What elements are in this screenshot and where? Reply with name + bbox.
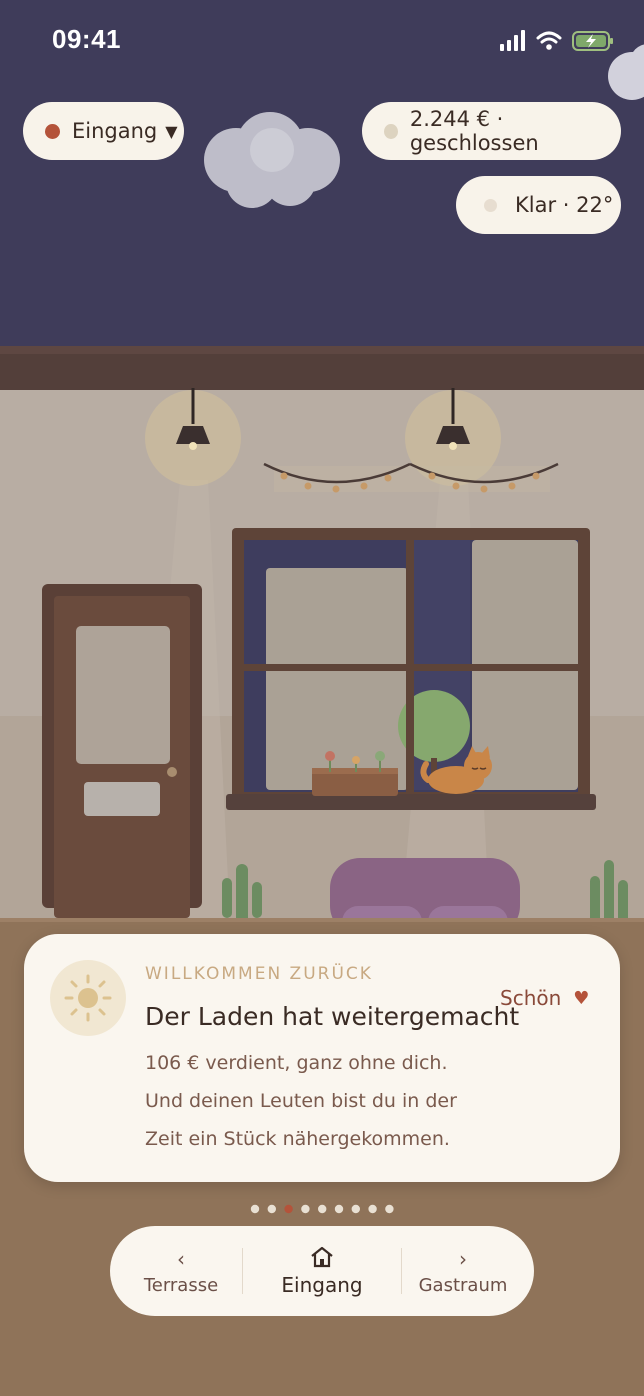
card-body-line-3: Zeit ein Stück nähergekommen. xyxy=(145,1128,450,1150)
status-icons xyxy=(500,30,613,51)
nav-eingang-label: Eingang xyxy=(281,1273,363,1297)
bottom-navigation: ‹ Terrasse Eingang › Gastraum xyxy=(110,1226,534,1316)
card-body-line-2: Und deinen Leuten bist du in der xyxy=(145,1090,457,1112)
string-lights xyxy=(263,462,559,493)
door-icon[interactable] xyxy=(42,584,204,920)
wifi-icon xyxy=(536,31,562,44)
nav-gastraum[interactable]: › Gastraum xyxy=(402,1226,524,1316)
home-icon xyxy=(311,1246,333,1268)
page-indicator[interactable] xyxy=(246,1200,396,1218)
weather-pill[interactable]: Klar · 22° xyxy=(456,176,621,234)
pager-dot[interactable] xyxy=(267,1204,276,1214)
nav-terrasse-label: Terrasse xyxy=(143,1274,219,1296)
status-time: 09:41 xyxy=(52,24,121,54)
money-status: 2.244 € · geschlossen xyxy=(409,107,539,155)
nav-divider xyxy=(242,1248,243,1294)
cloud-icon xyxy=(204,112,340,208)
heart-icon: ♥ xyxy=(573,987,590,1009)
sun-icon xyxy=(64,974,112,1022)
nav-eingang[interactable]: Eingang xyxy=(244,1226,400,1316)
pager-dot-active[interactable] xyxy=(284,1204,293,1214)
pager-dot[interactable] xyxy=(318,1204,327,1214)
caret-down-icon: ▼ xyxy=(165,121,178,141)
battery-icon xyxy=(572,31,613,51)
moon-icon xyxy=(484,198,497,212)
lamp-icon xyxy=(145,388,241,486)
schoen-label: Schön xyxy=(500,986,562,1010)
sun-badge xyxy=(50,960,126,1036)
location-selector[interactable]: Eingang ▼ xyxy=(23,102,184,160)
welcome-back-card: WILLKOMMEN ZURÜCK Der Laden hat weiterge… xyxy=(24,934,620,1182)
pager-dot[interactable] xyxy=(301,1204,310,1214)
location-dot xyxy=(45,123,60,139)
chevron-left-icon: ‹ xyxy=(177,1246,185,1271)
card-body-line-1: 106 € verdient, ganz ohne dich. xyxy=(145,1052,448,1074)
cloud-icon xyxy=(608,44,644,100)
pager-dot[interactable] xyxy=(334,1204,344,1214)
window-icon xyxy=(226,528,596,810)
money-status-pill[interactable]: 2.244 € · geschlossen xyxy=(362,102,621,160)
weather-label: Klar · 22° xyxy=(515,193,614,217)
pager-dot[interactable] xyxy=(351,1204,360,1214)
card-eyebrow: WILLKOMMEN ZURÜCK xyxy=(145,964,373,984)
location-label: Eingang xyxy=(72,119,158,143)
pager-dot[interactable] xyxy=(250,1204,260,1214)
card-title: Der Laden hat weitergemacht xyxy=(145,1002,520,1031)
pager-dot[interactable] xyxy=(385,1204,394,1214)
signal-icon xyxy=(500,30,525,51)
chevron-right-icon: › xyxy=(459,1246,467,1271)
coin-icon xyxy=(384,123,398,139)
schoen-button[interactable]: Schön ♥ xyxy=(500,986,589,1010)
beam-edge xyxy=(0,346,644,354)
floor-edge xyxy=(0,918,644,922)
nav-gastraum-label: Gastraum xyxy=(418,1274,508,1296)
nav-terrasse[interactable]: ‹ Terrasse xyxy=(120,1226,242,1316)
cat-icon[interactable] xyxy=(420,744,500,796)
pager-dot[interactable] xyxy=(368,1204,377,1214)
